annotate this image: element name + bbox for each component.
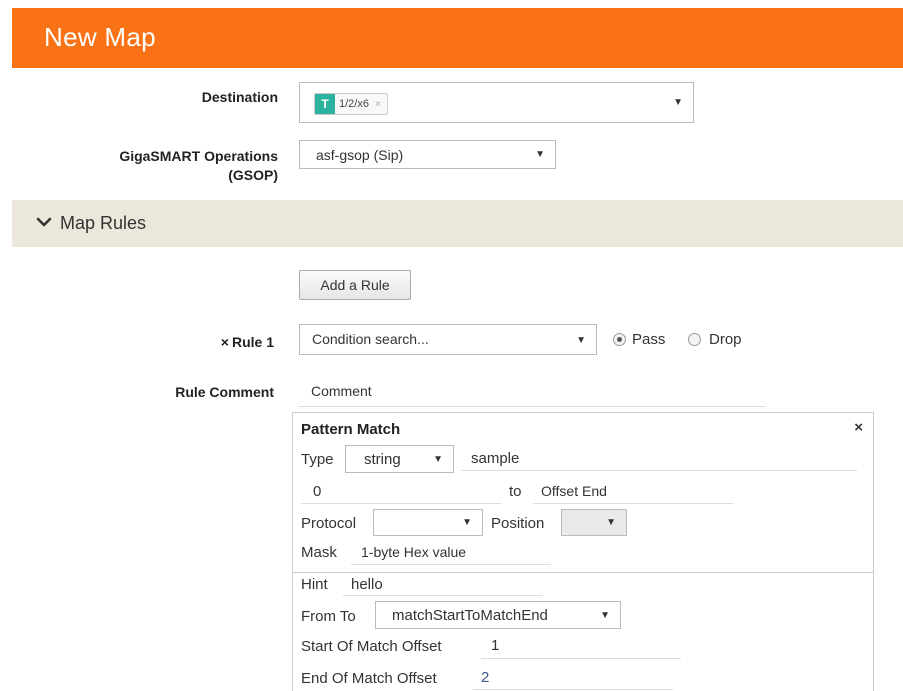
pass-radio[interactable] <box>613 333 626 346</box>
rule-remove-icon[interactable]: × <box>221 334 229 350</box>
caret-down-icon: ▼ <box>606 517 616 528</box>
end-offset-label: End Of Match Offset <box>301 670 437 687</box>
type-select[interactable]: string ▼ <box>345 445 454 473</box>
type-label: Type <box>301 451 334 468</box>
rule-comment-input[interactable]: Comment <box>311 383 372 399</box>
rule-comment-label: Rule Comment <box>175 384 274 400</box>
mask-underline <box>351 564 551 565</box>
page-title: New Map <box>44 22 156 52</box>
rule-1-label: × Rule 1 <box>150 334 274 350</box>
protocol-select[interactable]: ▼ <box>373 509 483 536</box>
gsop-select-value: asf-gsop (Sip) <box>316 147 404 163</box>
from-to-label: From To <box>301 608 356 625</box>
close-icon[interactable]: × <box>854 419 863 436</box>
mask-input[interactable]: 1-byte Hex value <box>361 544 466 560</box>
offset-to-label: to <box>509 483 522 500</box>
from-to-select-value: matchStartToMatchEnd <box>392 607 548 624</box>
destination-select[interactable]: T 1/2/x6 × ▼ <box>299 82 694 123</box>
offset-end-input[interactable]: Offset End <box>541 483 607 499</box>
token-type-badge: T <box>315 94 335 114</box>
destination-token: T 1/2/x6 × <box>314 93 388 115</box>
caret-down-icon: ▼ <box>600 610 610 621</box>
drop-radio[interactable] <box>688 333 701 346</box>
gsop-select[interactable]: asf-gsop (Sip) ▼ <box>299 140 556 169</box>
offset-end-underline <box>533 503 733 504</box>
type-text-underline <box>461 470 857 471</box>
map-rules-title: Map Rules <box>60 213 147 233</box>
chevron-down-icon <box>36 217 52 227</box>
pattern-match-panel: Pattern Match × Type string ▼ sample 0 t… <box>292 412 874 691</box>
page-header: New Map <box>12 8 903 68</box>
gsop-label: GigaSMART Operations (GSOP) <box>70 147 278 185</box>
offset-start-underline <box>301 503 501 504</box>
protocol-label: Protocol <box>301 515 357 532</box>
position-label: Position <box>491 515 545 532</box>
end-offset-underline <box>473 689 673 690</box>
caret-down-icon: ▼ <box>462 517 472 528</box>
rule-1-label-text: Rule 1 <box>231 334 274 350</box>
gsop-label-line2: (GSOP) <box>228 167 278 183</box>
caret-down-icon: ▼ <box>576 335 586 346</box>
end-offset-input[interactable]: 2 <box>481 669 489 686</box>
position-select[interactable]: ▼ <box>561 509 627 536</box>
start-offset-underline <box>481 658 681 659</box>
token-remove-icon[interactable]: × <box>375 99 381 110</box>
type-select-value: string <box>364 451 401 468</box>
token-value: 1/2/x6 <box>339 98 369 110</box>
caret-down-icon: ▼ <box>433 454 443 465</box>
hint-underline <box>343 595 543 596</box>
panel-divider <box>293 572 873 573</box>
rule-comment-underline <box>299 406 765 407</box>
add-rule-button[interactable]: Add a Rule <box>299 270 411 300</box>
type-text-input[interactable]: sample <box>471 450 519 467</box>
destination-label: Destination <box>201 89 278 105</box>
start-offset-label: Start Of Match Offset <box>301 638 442 655</box>
condition-search-select[interactable]: Condition search... ▼ <box>299 324 597 355</box>
drop-radio-label[interactable]: Drop <box>709 331 742 348</box>
hint-label: Hint <box>301 576 328 593</box>
caret-down-icon: ▼ <box>535 149 545 160</box>
pattern-match-title: Pattern Match <box>301 421 401 438</box>
from-to-select[interactable]: matchStartToMatchEnd ▼ <box>375 601 621 629</box>
hint-input[interactable]: hello <box>351 576 383 593</box>
offset-start-input[interactable]: 0 <box>313 483 321 500</box>
pass-radio-label[interactable]: Pass <box>632 331 665 348</box>
start-offset-input[interactable]: 1 <box>491 637 499 654</box>
caret-down-icon[interactable]: ▼ <box>673 97 683 108</box>
map-rules-section-header[interactable]: Map Rules <box>12 200 903 247</box>
condition-search-placeholder: Condition search... <box>312 331 429 347</box>
gsop-label-line1: GigaSMART Operations <box>119 148 278 164</box>
mask-label: Mask <box>301 544 337 561</box>
